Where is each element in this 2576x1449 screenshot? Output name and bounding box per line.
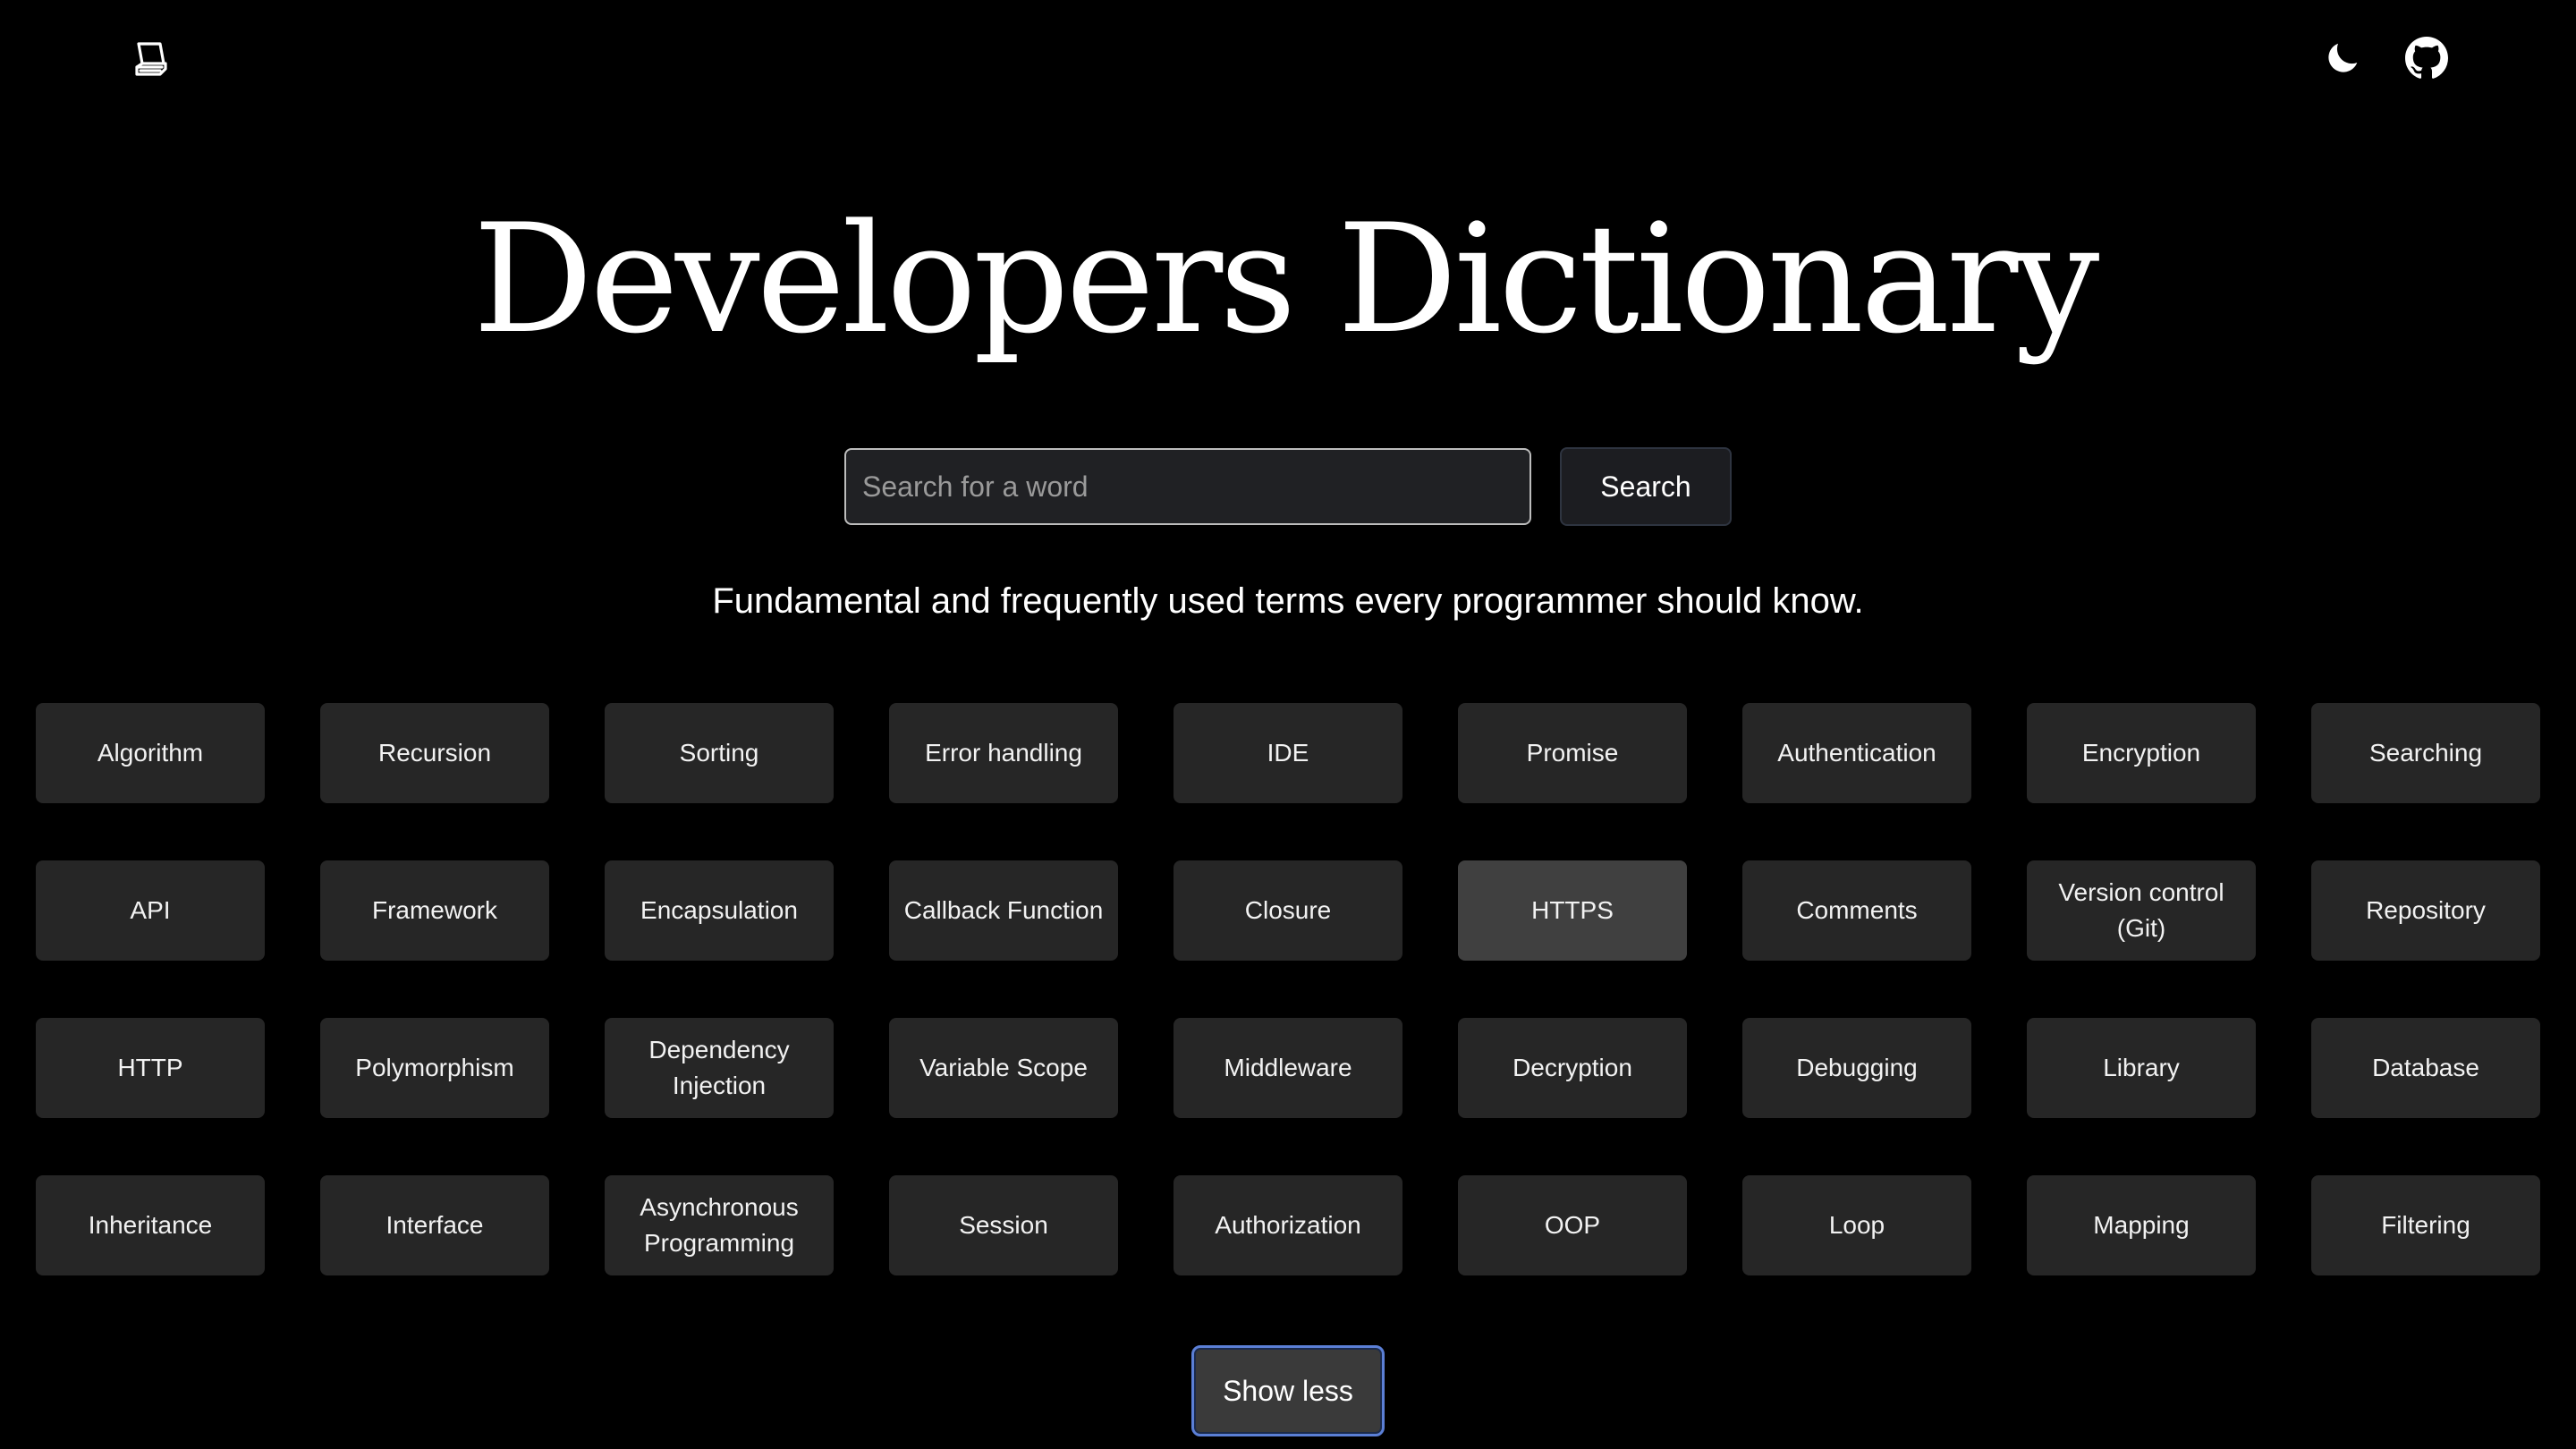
term-card[interactable]: Framework xyxy=(320,860,549,961)
github-icon xyxy=(2405,36,2448,84)
header-actions xyxy=(2318,36,2451,84)
show-less-button[interactable]: Show less xyxy=(1191,1345,1385,1436)
term-card[interactable]: Inheritance xyxy=(36,1175,265,1275)
term-card[interactable]: Mapping xyxy=(2027,1175,2256,1275)
term-card[interactable]: Middleware xyxy=(1174,1018,1402,1118)
term-card[interactable]: Dependency Injection xyxy=(605,1018,834,1118)
page-subtitle: Fundamental and frequently used terms ev… xyxy=(712,581,1864,621)
page: Developers Dictionary Search Fundamental… xyxy=(0,0,2576,1449)
term-card[interactable]: Debugging xyxy=(1742,1018,1971,1118)
term-card[interactable]: Error handling xyxy=(889,703,1118,803)
term-card[interactable]: Filtering xyxy=(2311,1175,2540,1275)
book-icon xyxy=(128,37,171,84)
term-card[interactable]: Authorization xyxy=(1174,1175,1402,1275)
term-card[interactable]: Loop xyxy=(1742,1175,1971,1275)
term-card[interactable]: Algorithm xyxy=(36,703,265,803)
term-card[interactable]: Variable Scope xyxy=(889,1018,1118,1118)
term-card[interactable]: Asynchronous Programming xyxy=(605,1175,834,1275)
search-button[interactable]: Search xyxy=(1560,447,1732,526)
term-card[interactable]: Encapsulation xyxy=(605,860,834,961)
term-card[interactable]: Decryption xyxy=(1458,1018,1687,1118)
term-card[interactable]: Promise xyxy=(1458,703,1687,803)
term-card[interactable]: IDE xyxy=(1174,703,1402,803)
github-link[interactable] xyxy=(2402,36,2451,84)
hero: Developers Dictionary xyxy=(0,197,2576,362)
theme-toggle-button[interactable] xyxy=(2318,36,2367,84)
term-card[interactable]: HTTP xyxy=(36,1018,265,1118)
term-card[interactable]: Library xyxy=(2027,1018,2256,1118)
term-card[interactable]: Authentication xyxy=(1742,703,1971,803)
term-card[interactable]: Closure xyxy=(1174,860,1402,961)
term-card[interactable]: Searching xyxy=(2311,703,2540,803)
term-card[interactable]: HTTPS xyxy=(1458,860,1687,961)
term-card[interactable]: Interface xyxy=(320,1175,549,1275)
term-card[interactable]: Database xyxy=(2311,1018,2540,1118)
moon-icon xyxy=(2322,38,2363,83)
term-card[interactable]: OOP xyxy=(1458,1175,1687,1275)
term-card[interactable]: Repository xyxy=(2311,860,2540,961)
logo-home-link[interactable] xyxy=(125,36,174,84)
term-card[interactable]: Sorting xyxy=(605,703,834,803)
term-card[interactable]: Recursion xyxy=(320,703,549,803)
term-card[interactable]: Polymorphism xyxy=(320,1018,549,1118)
terms-grid: Algorithm Recursion Sorting Error handling I… xyxy=(36,703,2540,1275)
term-card[interactable]: API xyxy=(36,860,265,961)
term-card[interactable]: Callback Function xyxy=(889,860,1118,961)
search-form: Search xyxy=(844,447,1732,526)
page-title: Developers Dictionary xyxy=(472,191,2100,367)
term-card[interactable]: Version control (Git) xyxy=(2027,860,2256,961)
term-card[interactable]: Comments xyxy=(1742,860,1971,961)
term-card[interactable]: Session xyxy=(889,1175,1118,1275)
search-input[interactable] xyxy=(844,448,1531,525)
term-card[interactable]: Encryption xyxy=(2027,703,2256,803)
